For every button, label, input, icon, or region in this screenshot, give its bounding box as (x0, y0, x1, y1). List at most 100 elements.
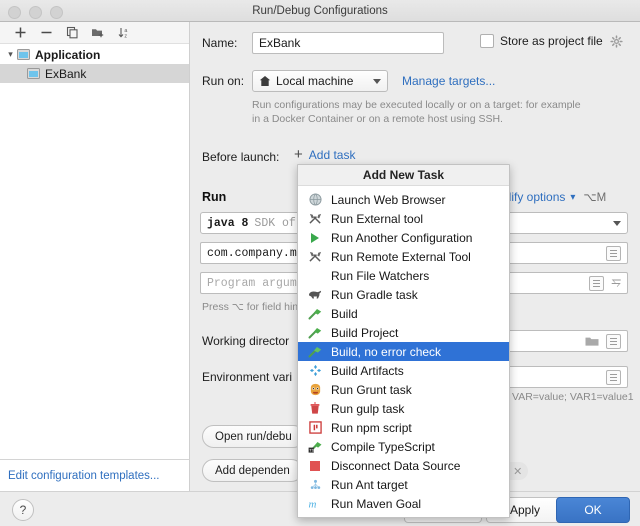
ant-icon (307, 477, 323, 493)
window-title: Run/Debug Configurations (0, 0, 640, 22)
configuration-icon (27, 68, 40, 79)
folder-add-icon[interactable] (85, 23, 111, 43)
svg-text:z: z (124, 33, 127, 39)
expand-editor-icon[interactable]: ⥧ (611, 276, 621, 290)
menu-item-run-ant-target[interactable]: Run Ant target (298, 475, 509, 494)
before-launch-label: Before launch: (202, 150, 279, 164)
menu-item-run-gradle-task[interactable]: Run Gradle task (298, 285, 509, 304)
menu-item-launch-web-browser[interactable]: Launch Web Browser (298, 190, 509, 209)
menu-item-compile-typescript[interactable]: TS Compile TypeScript (298, 437, 509, 456)
run-on-hint-line2: in a Docker Container or on a remote hos… (252, 112, 582, 126)
run-on-target-value: Local machine (276, 74, 353, 88)
tree-node-exbank[interactable]: ExBank (0, 64, 189, 83)
run-on-label: Run on: (202, 74, 244, 88)
copy-icon[interactable] (59, 23, 85, 43)
tree-node-label: ExBank (45, 67, 86, 81)
sidebar-toolbar: a z (0, 22, 189, 44)
typescript-icon: TS (307, 439, 323, 455)
grunt-icon (307, 382, 323, 398)
tree-node-label: Application (35, 48, 100, 62)
window-titlebar: Run/Debug Configurations (0, 0, 640, 22)
expand-list-icon[interactable] (606, 334, 621, 349)
help-button[interactable]: ? (12, 499, 34, 521)
hammer-icon (307, 306, 323, 322)
chevron-down-icon[interactable] (373, 79, 381, 84)
add-new-task-menu: Add New Task Launch Web Browser Run Exte… (297, 164, 510, 518)
run-section-title: Run (202, 190, 226, 204)
home-icon (259, 75, 271, 87)
run-debug-configurations-dialog: Run/Debug Configurations (0, 0, 640, 526)
name-label: Name: (202, 36, 237, 50)
environment-variables-hint: VAR=value; VAR1=value1 (512, 390, 634, 404)
gear-icon[interactable] (610, 35, 623, 48)
menu-item-run-grunt-task[interactable]: Run Grunt task (298, 380, 509, 399)
run-on-hint-line1: Run configurations may be executed local… (252, 98, 582, 112)
no-icon (307, 268, 323, 284)
open-run-debug-label: Open run/debu (215, 431, 292, 443)
gulp-cup-icon (307, 401, 323, 417)
artifacts-icon (307, 363, 323, 379)
store-as-project-file-label: Store as project file (500, 34, 603, 48)
jre-sdk-version: java 8 (207, 217, 248, 230)
manage-targets-link[interactable]: Manage targets... (402, 74, 495, 88)
name-input-value: ExBank (259, 36, 300, 50)
chevron-down-icon[interactable]: ▾ (570, 192, 575, 203)
tree-node-application[interactable]: ▾ Application (0, 45, 189, 64)
add-button[interactable] (7, 23, 33, 43)
main-class-value: com.company.m (207, 247, 297, 260)
menu-title: Add New Task (298, 165, 509, 186)
menu-item-run-remote-external-tool[interactable]: Run Remote External Tool (298, 247, 509, 266)
chevron-down-icon[interactable]: ▾ (4, 49, 17, 60)
ok-button[interactable]: OK (556, 497, 630, 523)
expand-list-icon[interactable] (606, 246, 621, 261)
tools-icon (307, 249, 323, 265)
svg-text:TS: TS (309, 448, 314, 453)
edit-configuration-templates-link[interactable]: Edit configuration templates... (0, 459, 190, 491)
menu-item-build[interactable]: Build (298, 304, 509, 323)
name-input[interactable]: ExBank (252, 32, 444, 54)
npm-icon (307, 420, 323, 436)
checkbox-box-icon[interactable] (480, 34, 494, 48)
menu-item-run-another-configuration[interactable]: Run Another Configuration (298, 228, 509, 247)
menu-item-disconnect-data-source[interactable]: Disconnect Data Source (298, 456, 509, 475)
application-folder-icon (17, 49, 30, 60)
tools-icon (307, 211, 323, 227)
globe-icon (307, 192, 323, 208)
environment-variables-label: Environment vari (202, 370, 292, 384)
chevron-down-icon[interactable] (613, 221, 621, 226)
open-run-debug-button[interactable]: Open run/debu (202, 425, 305, 448)
store-as-project-file-checkbox[interactable]: Store as project file (480, 34, 623, 48)
folder-browse-icon[interactable] (585, 336, 599, 347)
run-on-hint: Run configurations may be executed local… (252, 98, 582, 126)
jre-sdk-suffix: SDK of (254, 217, 295, 230)
configurations-tree: ▾ Application ExBank (0, 45, 189, 83)
menu-item-run-file-watchers[interactable]: Run File Watchers (298, 266, 509, 285)
menu-items-list: Launch Web Browser Run External tool Run… (298, 186, 509, 517)
field-hint-text: Press ⌥ for field hin (202, 300, 298, 314)
hammer-icon (307, 344, 323, 360)
expand-list-icon[interactable] (589, 276, 604, 291)
remove-button[interactable] (33, 23, 59, 43)
add-task-button[interactable]: + Add task (294, 148, 355, 162)
plus-icon: + (294, 149, 303, 161)
menu-item-run-npm-script[interactable]: Run npm script (298, 418, 509, 437)
menu-item-run-gulp-task[interactable]: Run gulp task (298, 399, 509, 418)
run-on-target-select[interactable]: Local machine (252, 70, 388, 92)
configurations-sidebar: a z ▾ Application (0, 22, 190, 459)
modify-options-shortcut: ⌥M (583, 190, 606, 204)
expand-list-icon[interactable] (606, 370, 621, 385)
svg-text:m: m (309, 499, 317, 511)
program-arguments-placeholder: Program argum (207, 277, 297, 290)
menu-item-run-maven-goal[interactable]: m Run Maven Goal (298, 494, 509, 513)
gradle-elephant-icon (307, 287, 323, 303)
sort-az-icon[interactable]: a z (111, 23, 137, 43)
stop-square-icon (307, 458, 323, 474)
menu-item-build-no-error-check[interactable]: Build, no error check (298, 342, 509, 361)
maven-m-icon: m (307, 496, 323, 512)
menu-item-build-project[interactable]: Build Project (298, 323, 509, 342)
close-icon[interactable]: ✕ (513, 465, 522, 478)
add-dependencies-button[interactable]: Add dependen (202, 459, 303, 482)
menu-item-run-external-tool[interactable]: Run External tool (298, 209, 509, 228)
play-icon (307, 230, 323, 246)
menu-item-build-artifacts[interactable]: Build Artifacts (298, 361, 509, 380)
